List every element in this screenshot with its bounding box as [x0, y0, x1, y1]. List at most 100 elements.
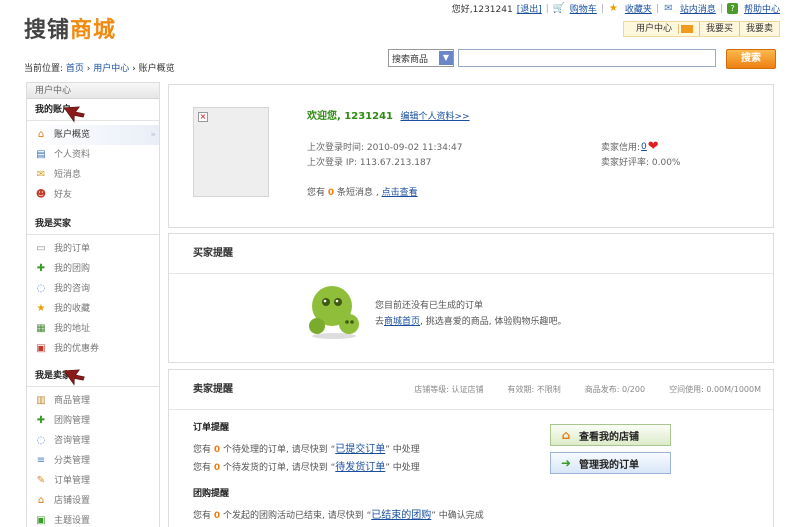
cart-link[interactable]: 购物车	[570, 2, 597, 15]
manage-my-orders-button[interactable]: ➜ 管理我的订单	[550, 452, 671, 474]
logo-text-part1: 搜铺	[24, 18, 71, 43]
breadcrumb-current: 账户概览	[138, 64, 175, 74]
avatar[interactable]: ×	[193, 107, 269, 197]
sidebar-item-my-group-buy[interactable]: ✚ 我的团购	[27, 259, 159, 279]
star-icon: ★	[608, 3, 618, 14]
breadcrumb: 当前位置: 首页 › 用户中心 › 账户概览	[24, 64, 175, 74]
sidebar-item-category-mgmt[interactable]: ≡ 分类管理	[27, 451, 159, 471]
ended-group-buy-count: 0	[213, 511, 221, 521]
speech-bubble-icon: ◌	[36, 435, 46, 446]
sidebar-item-account-overview[interactable]: ⌂ 账户概览»	[27, 125, 159, 145]
envelope-icon: ✉	[36, 169, 46, 180]
sidebar-item-inquiry-mgmt[interactable]: ◌ 咨询管理	[27, 431, 159, 451]
edit-icon: ✎	[36, 475, 46, 486]
greeting-text: 您好,1231241	[451, 5, 513, 15]
broken-image-icon: ×	[198, 112, 208, 122]
cart-icon: 🛒	[552, 3, 566, 14]
arrow-right-icon: ➜	[560, 456, 572, 470]
seller-credit: 卖家信用: 0 ❤	[601, 138, 659, 154]
sidebar-item-my-address[interactable]: ▦ 我的地址	[27, 319, 159, 339]
chevron-right-icon: »	[150, 130, 156, 140]
seller-credit-value[interactable]: 0	[641, 142, 647, 152]
account-panel: × 欢迎您, 1231241 编辑个人资料>> 上次登录时间: 2010-09-…	[168, 84, 774, 228]
space-usage: 空间使用: 0.00M/1000M	[669, 385, 761, 394]
buyer-reminder-panel: 买家提醒 您目前还没有已生成的订单 去商城首页, 挑选喜爱的商品, 体验购物乐趣…	[168, 233, 774, 363]
message-count-line: 您有 0 条短消息 , 点击查看	[307, 188, 418, 198]
sub-nav: 用户中心 我要买 我要卖	[622, 21, 780, 37]
sidebar-item-friends[interactable]: ☻ 好友	[27, 185, 159, 205]
search-type-select[interactable]: 搜索商品 ▼	[388, 49, 454, 67]
category-icon: ≡	[36, 455, 46, 466]
ended-group-buy-link[interactable]: 已结束的团购	[371, 510, 431, 521]
messages-link[interactable]: 站内消息	[680, 2, 716, 15]
favorites-link[interactable]: 收藏夹	[625, 2, 652, 15]
sidebar-item-my-inquiries[interactable]: ◌ 我的咨询	[27, 279, 159, 299]
shop-level: 店铺等级: 认证店铺	[414, 385, 484, 394]
top-nav: 您好,1231241 [退出] | 🛒 购物车 | ★ 收藏夹 | ✉ 站内消息 | …	[451, 2, 780, 15]
document-icon: ▭	[36, 243, 46, 254]
search-button[interactable]: 搜索	[726, 49, 776, 69]
group-buy-reminder-title: 团购提醒	[193, 489, 230, 499]
help-icon: ?	[726, 3, 738, 14]
sidebar-item-theme-settings[interactable]: ▣ 主题设置	[27, 511, 159, 527]
red-arrow-annotation-icon	[63, 369, 85, 386]
user-icon: ☻	[35, 189, 47, 200]
welcome-message: 欢迎您, 1231241 编辑个人资料>>	[307, 111, 470, 122]
go-shopping-text: 去商城首页, 挑选喜爱的商品, 体验购物乐趣吧。	[375, 317, 567, 327]
help-link[interactable]: 帮助中心	[744, 2, 780, 15]
mall-home-link[interactable]: 商城首页	[384, 317, 420, 327]
arrow-badge-icon	[680, 24, 693, 33]
breadcrumb-home[interactable]: 首页	[66, 64, 84, 74]
message-icon: ✉	[664, 3, 673, 14]
view-messages-link[interactable]: 点击查看	[382, 188, 418, 198]
home-icon: ⌂	[37, 129, 45, 140]
shop-meta: 店铺等级: 认证店铺 有效期: 不限制 商品发布: 0/200 空间使用: 0.…	[414, 370, 761, 410]
sidebar-item-order-mgmt[interactable]: ✎ 订单管理	[27, 471, 159, 491]
search-input[interactable]	[458, 49, 716, 67]
seller-rating: 卖家好评率: 0.00%	[601, 158, 681, 168]
logout-link[interactable]: [退出]	[517, 2, 542, 15]
sidebar-item-shop-settings[interactable]: ⌂ 店铺设置	[27, 491, 159, 511]
view-my-shop-button[interactable]: ⌂ 查看我的店铺	[550, 424, 671, 446]
sidebar-item-messages[interactable]: ✉ 短消息	[27, 165, 159, 185]
chevron-down-icon: ▼	[439, 51, 453, 65]
submitted-orders-link[interactable]: 已提交订单	[335, 444, 385, 455]
sidebar-item-my-coupons[interactable]: ▣ 我的优惠券	[27, 339, 159, 359]
edit-profile-link[interactable]: 编辑个人资料>>	[400, 112, 469, 122]
sidebar-group-buyer: 我是买家	[27, 213, 159, 235]
sidebar-item-group-buy-mgmt[interactable]: ✚ 团购管理	[27, 411, 159, 431]
speech-bubble-icon: ◌	[36, 283, 46, 294]
sidebar-title: 用户中心	[27, 83, 159, 99]
user-center-tab[interactable]: 用户中心	[624, 22, 700, 36]
sidebar-group-seller: 我是卖家	[27, 365, 159, 387]
theme-icon: ▣	[36, 515, 46, 526]
puzzle-icon: ✚	[36, 263, 46, 274]
breadcrumb-user-center[interactable]: 用户中心	[93, 64, 129, 74]
house-icon: ⌂	[561, 428, 571, 442]
to-ship-orders-tip: 您有 0 个待发货的订单, 请尽快到 “待发货订单” 中处理	[193, 462, 420, 473]
buy-tab[interactable]: 我要买	[700, 22, 740, 36]
sidebar-item-product-mgmt[interactable]: ▥ 商品管理	[27, 391, 159, 411]
order-reminder-title: 订单提醒	[193, 423, 230, 433]
red-arrow-annotation-icon	[63, 106, 85, 123]
sidebar-item-my-favorites[interactable]: ★ 我的收藏	[27, 299, 159, 319]
sidebar-group-account: 我的账户	[27, 99, 159, 121]
to-ship-orders-link[interactable]: 待发货订单	[335, 462, 385, 473]
sell-tab[interactable]: 我要卖	[740, 22, 779, 36]
pending-orders-tip: 您有 0 个待处理的订单, 请尽快到 “已提交订单” 中处理	[193, 444, 420, 455]
box-icon: ▥	[36, 395, 46, 406]
shop-icon: ⌂	[37, 495, 45, 506]
buyer-reminder-title: 买家提醒	[169, 234, 773, 274]
sidebar-item-my-orders[interactable]: ▭ 我的订单	[27, 239, 159, 259]
pending-orders-count: 0	[213, 445, 221, 455]
products-published: 商品发布: 0/200	[584, 385, 646, 394]
puzzle-icon: ✚	[36, 415, 46, 426]
star-icon: ★	[36, 303, 46, 314]
seller-reminder-header: 卖家提醒 店铺等级: 认证店铺 有效期: 不限制 商品发布: 0/200 空间使…	[169, 370, 773, 410]
message-count: 0	[327, 188, 335, 198]
seller-reminder-title: 卖家提醒	[193, 384, 233, 395]
sidebar-item-profile[interactable]: ▤ 个人资料	[27, 145, 159, 165]
id-card-icon: ▤	[36, 149, 46, 160]
last-login-time: 上次登录时间: 2010-09-02 11:34:47	[307, 143, 463, 153]
site-logo[interactable]: 搜铺商城	[24, 12, 116, 44]
